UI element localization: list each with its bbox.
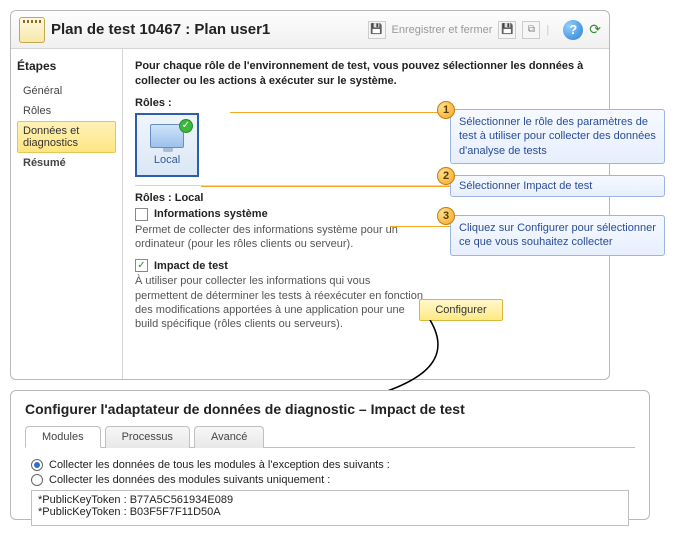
checkbox-sysinfo[interactable] <box>135 208 148 221</box>
content-area: Pour chaque rôle de l'environnement de t… <box>123 49 609 379</box>
callout-1-text: Sélectionner le rôle des paramètres de t… <box>459 116 656 157</box>
sidebar-heading: Étapes <box>17 59 116 73</box>
refresh-icon[interactable]: ⟳ <box>589 21 601 38</box>
diagnostic-adapter-dialog: Configurer l'adaptateur de données de di… <box>10 390 650 520</box>
radio-collect-only[interactable] <box>31 474 43 486</box>
save-icon[interactable]: 💾 <box>368 21 386 39</box>
sysinfo-desc: Permet de collecter des informations sys… <box>135 223 425 252</box>
sidebar-item-general[interactable]: Général <box>17 81 116 101</box>
role-tile-label: Local <box>154 154 180 166</box>
callout-2: 2 Sélectionner Impact de test <box>450 175 665 197</box>
panel2-body: Collecter les données de tous les module… <box>25 448 635 534</box>
save-close-label[interactable]: Enregistrer et fermer <box>392 24 493 36</box>
instruction-text: Pour chaque rôle de l'environnement de t… <box>135 59 597 89</box>
panel2-title: Configurer l'adaptateur de données de di… <box>25 401 635 417</box>
leader-line-2 <box>201 186 450 187</box>
callout-3-number: 3 <box>437 207 455 225</box>
help-icon[interactable]: ? <box>563 20 583 40</box>
tab-avance[interactable]: Avancé <box>194 426 265 448</box>
sysinfo-title: Informations système <box>154 208 268 220</box>
callout-3-text: Cliquez sur Configurer pour sélectionner… <box>459 222 656 248</box>
checkbox-impact[interactable]: ✓ <box>135 259 148 272</box>
radio-collect-only-label: Collecter les données des modules suivan… <box>49 474 330 486</box>
impact-title: Impact de test <box>154 260 228 272</box>
leader-line-1 <box>230 112 450 113</box>
copy-icon[interactable]: ⧉ <box>522 21 540 39</box>
impact-desc: À utiliser pour collecter les informatio… <box>135 274 425 331</box>
callout-1-number: 1 <box>437 101 455 119</box>
callout-2-number: 2 <box>437 167 455 185</box>
tab-bar: Modules Processus Avancé <box>25 425 635 448</box>
radio-collect-except[interactable] <box>31 459 43 471</box>
sidebar: Étapes Général Rôles Données et diagnost… <box>11 49 123 379</box>
token-list[interactable]: *PublicKeyToken : B77A5C561934E089 *Publ… <box>31 490 629 526</box>
token-row-1: *PublicKeyToken : B77A5C561934E089 <box>38 494 622 506</box>
sidebar-item-data-diagnostics[interactable]: Données et diagnostics <box>17 121 116 153</box>
notepad-icon <box>19 17 45 43</box>
window-title: Plan de test 10467 : Plan user1 <box>51 21 368 38</box>
titlebar: Plan de test 10467 : Plan user1 💾 Enregi… <box>11 11 609 49</box>
role-tile-local[interactable]: ✓ Local <box>135 113 199 177</box>
callout-2-text: Sélectionner Impact de test <box>459 179 592 193</box>
token-row-2: *PublicKeyToken : B03F5F7F11D50A <box>38 506 622 518</box>
sidebar-item-roles[interactable]: Rôles <box>17 101 116 121</box>
tab-processus[interactable]: Processus <box>105 426 190 448</box>
configure-button[interactable]: Configurer <box>419 299 503 321</box>
callout-1: 1 Sélectionner le rôle des paramètres de… <box>450 109 665 164</box>
save-icon-2[interactable]: 💾 <box>498 21 516 39</box>
toolbar-actions: 💾 Enregistrer et fermer 💾 ⧉ | ? ⟳ <box>368 20 601 40</box>
configure-button-label: Configurer <box>435 304 486 316</box>
tab-modules[interactable]: Modules <box>25 426 101 448</box>
check-icon: ✓ <box>179 119 193 133</box>
sidebar-item-summary[interactable]: Résumé <box>17 153 116 173</box>
roles-label: Rôles : <box>135 97 597 109</box>
section-test-impact: ✓ Impact de test À utiliser pour collect… <box>135 259 597 331</box>
callout-3: 3 Cliquez sur Configurer pour sélectionn… <box>450 215 665 256</box>
radio-collect-except-label: Collecter les données de tous les module… <box>49 459 390 471</box>
leader-line-3 <box>390 226 450 227</box>
